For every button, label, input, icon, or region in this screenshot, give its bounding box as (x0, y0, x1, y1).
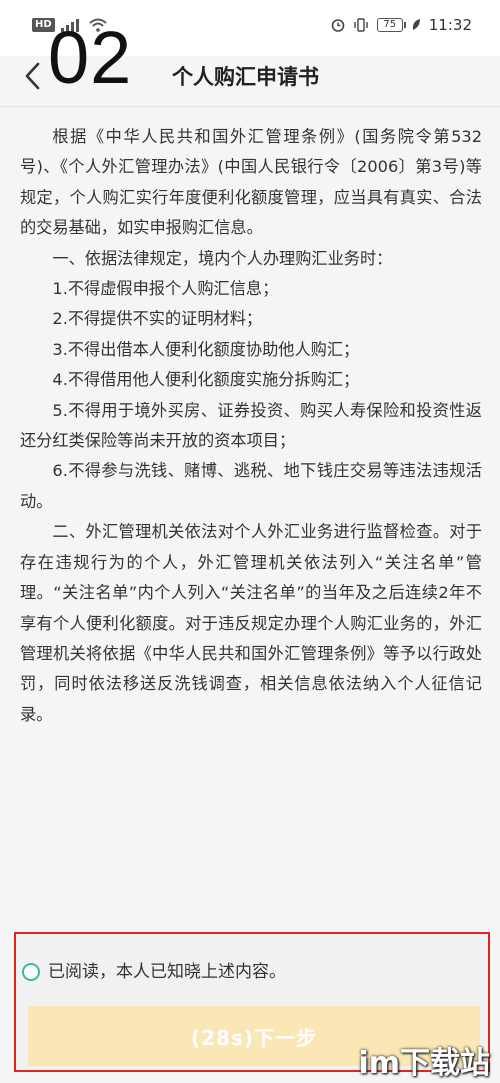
rule-item: 5.不得用于境外买房、证券投资、购买人寿保险和投资性返还分红类保险等尚未开放的资… (20, 400, 482, 451)
page-title: 个人购汇申请书 (172, 65, 319, 89)
intro-paragraph: 根据《中华人民共和国外汇管理条例》(国务院令第532号)、《个人外汇管理办法》(… (20, 127, 482, 238)
watermark: im下载站 (358, 1046, 490, 1081)
agreement-checkbox-row[interactable]: 已阅读，本人已知晓上述内容。 (22, 960, 286, 984)
section-one-heading: 一、依据法律规定，境内个人办理购汇业务时： (52, 248, 393, 268)
page-header: 02 个人购汇申请书 (0, 0, 500, 106)
back-button[interactable] (18, 56, 46, 96)
rule-item: 4.不得借用他人便利化额度实施分拆购汇； (52, 370, 360, 390)
application-terms: 根据《中华人民共和国外汇管理条例》(国务院令第532号)、《个人外汇管理办法》(… (20, 122, 482, 730)
rule-item: 1.不得虚假申报个人购汇信息； (52, 279, 279, 299)
chevron-left-icon (25, 62, 40, 90)
step-number: 02 (48, 16, 133, 99)
rule-item: 2.不得提供不实的证明材料； (52, 309, 263, 329)
rule-item: 3.不得出借本人便利化额度协助他人购汇； (52, 339, 360, 359)
section-two-paragraph: 二、外汇管理机关依法对个人外汇业务进行监督检查。对于存在违规行为的个人，外汇管理… (20, 522, 482, 724)
header-divider (0, 106, 500, 107)
rule-item: 6.不得参与洗钱、赌博、逃税、地下钱庄交易等违法违规活动。 (20, 461, 482, 511)
agreement-radio[interactable] (22, 963, 40, 981)
agreement-label: 已阅读，本人已知晓上述内容。 (48, 962, 286, 982)
